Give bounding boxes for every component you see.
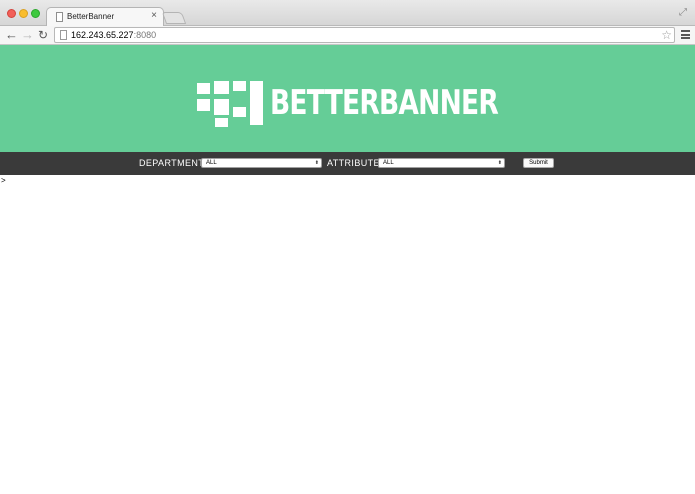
logo-blocks-icon: [197, 81, 265, 127]
filter-bar: DEPARTMENT: ALL ⬍ ATTRIBUTE: ALL ⬍ Submi…: [0, 152, 695, 175]
submit-button[interactable]: Submit: [523, 158, 554, 168]
address-port: :8080: [133, 30, 157, 40]
logo-wordmark: BETTERBANNER: [270, 83, 499, 123]
page-icon: [56, 12, 63, 22]
window-zoom-button[interactable]: [31, 9, 40, 18]
department-select-value: ALL: [206, 160, 217, 166]
attribute-select-value: ALL: [383, 160, 394, 166]
tab-title: BetterBanner: [67, 12, 115, 21]
window-minimize-button[interactable]: [19, 9, 28, 18]
tab-close-icon[interactable]: ×: [151, 11, 157, 21]
hamburger-menu-icon[interactable]: [681, 30, 690, 39]
forward-button[interactable]: →: [21, 27, 34, 43]
page-icon: [60, 30, 67, 40]
new-tab-button[interactable]: [161, 12, 187, 24]
window-close-button[interactable]: [7, 9, 16, 18]
address-bar[interactable]: 162.243.65.227:8080 ☆: [54, 27, 675, 43]
browser-toolbar: ← → ↻ 162.243.65.227:8080 ☆: [0, 26, 695, 45]
reload-button[interactable]: ↻: [38, 27, 48, 43]
betterbanner-logo[interactable]: BETTERBANNER: [197, 81, 499, 127]
attribute-select[interactable]: ALL ⬍: [378, 158, 505, 168]
select-arrows-icon: ⬍: [497, 160, 502, 166]
address-url[interactable]: 162.243.65.227:8080: [71, 29, 156, 42]
department-label: DEPARTMENT:: [139, 158, 207, 168]
stray-text: >: [1, 176, 6, 185]
select-arrows-icon: ⬍: [314, 160, 319, 166]
attribute-label: ATTRIBUTE:: [327, 158, 383, 168]
tab-strip: BetterBanner × ⤢: [0, 0, 695, 27]
address-host: 162.243.65.227: [71, 30, 134, 40]
site-banner: BETTERBANNER: [0, 45, 695, 152]
tab-betterbanner[interactable]: BetterBanner ×: [46, 7, 164, 27]
browser-window: BetterBanner × ⤢ ← → ↻ 162.243.65.227:80…: [0, 0, 695, 494]
department-select[interactable]: ALL ⬍: [201, 158, 322, 168]
back-button[interactable]: ←: [5, 27, 18, 43]
bookmark-star-icon[interactable]: ☆: [661, 28, 672, 42]
fullscreen-icon[interactable]: ⤢: [679, 8, 687, 18]
